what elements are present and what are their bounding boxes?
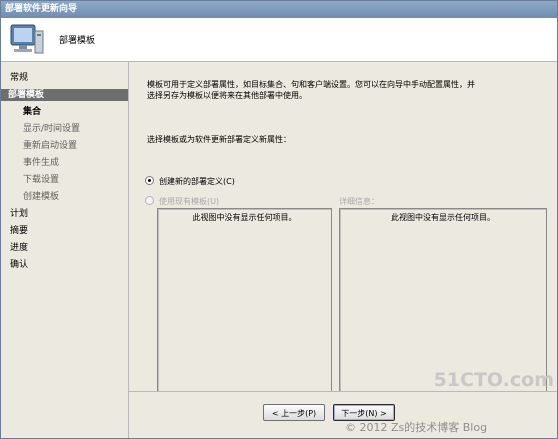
use-existing-template-label[interactable]: 使用现有模板(U)	[159, 196, 219, 207]
wizard-content: 模板可用于定义部署属性，如目标集合、句和客户端设置。您可以在向导中手动配置属性，…	[129, 62, 557, 392]
description-line-1: 模板可用于定义部署属性，如目标集合、句和客户端设置。您可以在向导中手动配置属性，…	[147, 80, 475, 89]
nav-item-display-time[interactable]: 显示/时间设置	[23, 123, 80, 135]
nav-item-event-generation[interactable]: 事件生成	[23, 157, 59, 169]
use-existing-template-radio[interactable]	[145, 196, 154, 205]
details-label: 详细信息：	[339, 197, 379, 206]
nav-item-progress[interactable]: 进度	[10, 242, 28, 254]
nav-item-deployment-template[interactable]: 部署模板	[1, 89, 128, 101]
create-new-definition-label[interactable]: 创建新的部署定义(C)	[159, 176, 235, 187]
nav-item-create-template[interactable]: 创建模板	[23, 191, 59, 203]
description-line-2: 选择另存为模板以便将来在其他部署中使用。	[147, 91, 307, 100]
nav-item-general[interactable]: 常规	[10, 72, 28, 84]
nav-item-confirmation[interactable]: 确认	[10, 259, 28, 271]
create-new-definition-radio[interactable]	[145, 176, 154, 185]
details-empty-message: 此视图中没有显示任何项目。	[391, 213, 495, 222]
computer-icon	[10, 24, 44, 54]
nav-item-restart-settings[interactable]: 重新启动设置	[23, 140, 77, 152]
nav-item-download-settings[interactable]: 下载设置	[23, 174, 59, 186]
nav-item-schedule[interactable]: 计划	[10, 208, 28, 220]
window-title: 部署软件更新向导	[1, 1, 557, 18]
template-prompt: 选择模板或为软件更新部署定义新属性：	[147, 135, 291, 144]
nav-item-collection[interactable]: 集合	[23, 106, 41, 118]
previous-button[interactable]: < 上一步(P)	[263, 404, 325, 421]
banner-title: 部署模板	[59, 36, 96, 46]
watermark-logo: 51CTO.com	[433, 369, 554, 391]
template-list-empty-message: 此视图中没有显示任何项目。	[192, 213, 297, 222]
nav-item-summary[interactable]: 摘要	[10, 225, 28, 237]
details-list[interactable]: 此视图中没有显示任何项目。	[339, 208, 547, 392]
template-list[interactable]: 此视图中没有显示任何项目。	[157, 208, 332, 392]
watermark-text: © 2012 Zs的技术博客 Blog	[345, 421, 488, 434]
wizard-navigation: 常规 部署模板 集合 显示/时间设置 重新启动设置 事件生成 下载设置 创建模板…	[1, 62, 129, 438]
wizard-footer: < 上一步(P) 下一步(N) >	[129, 391, 557, 438]
wizard-banner: 部署模板	[1, 18, 557, 62]
